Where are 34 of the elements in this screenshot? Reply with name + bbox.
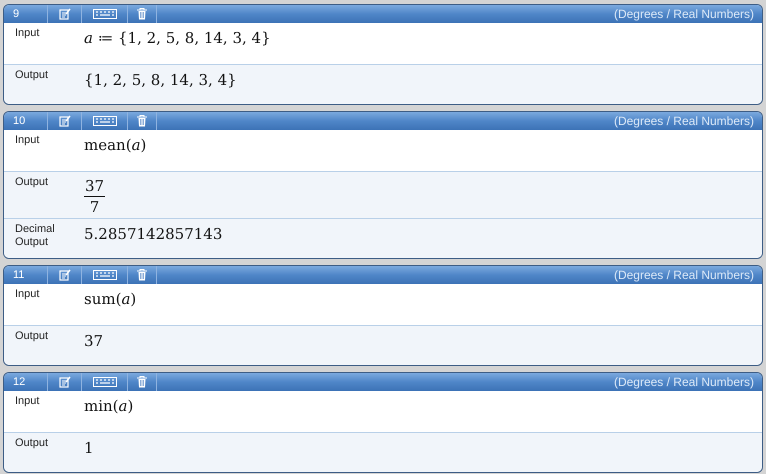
fraction: 37 7 bbox=[84, 176, 106, 217]
mode-label: (Degrees / Real Numbers) bbox=[614, 267, 755, 284]
output-expression: {1, 2, 5, 8, 14, 3, 4} bbox=[84, 71, 237, 89]
edit-icon bbox=[58, 376, 70, 388]
row-label: Decimal Output bbox=[15, 223, 56, 249]
mode-label: (Degrees / Real Numbers) bbox=[614, 113, 755, 130]
row-label: Input bbox=[15, 134, 40, 147]
trash-icon bbox=[137, 115, 147, 127]
row-label: Input bbox=[15, 288, 40, 301]
row-label: Output bbox=[15, 330, 50, 343]
row-label: Input bbox=[15, 27, 40, 40]
edit-icon bbox=[58, 269, 70, 281]
keyboard-icon bbox=[92, 9, 116, 19]
input-expression[interactable]: a ≔ {1, 2, 5, 8, 14, 3, 4} bbox=[84, 29, 271, 47]
keyboard-icon bbox=[92, 270, 116, 280]
row-label: Input bbox=[15, 395, 40, 408]
edit-icon bbox=[58, 8, 70, 20]
trash-icon bbox=[137, 376, 147, 388]
trash-icon bbox=[137, 269, 147, 281]
output-expression: 37 bbox=[84, 332, 104, 350]
output-expression: 5.2857142857143 bbox=[84, 225, 222, 243]
trash-icon bbox=[137, 8, 147, 20]
mode-label: (Degrees / Real Numbers) bbox=[614, 6, 755, 23]
row-label: Output bbox=[15, 69, 50, 82]
row-label: Output bbox=[15, 176, 50, 189]
input-expression[interactable]: sum(a) bbox=[84, 290, 136, 308]
output-expression: 1 bbox=[84, 439, 94, 457]
input-expression[interactable]: mean(a) bbox=[84, 136, 146, 154]
keyboard-icon bbox=[92, 116, 116, 126]
keyboard-icon bbox=[92, 377, 116, 387]
row-label: Output bbox=[15, 437, 50, 450]
edit-icon bbox=[58, 115, 70, 127]
input-expression[interactable]: min(a) bbox=[84, 397, 134, 415]
mode-label: (Degrees / Real Numbers) bbox=[614, 374, 755, 391]
